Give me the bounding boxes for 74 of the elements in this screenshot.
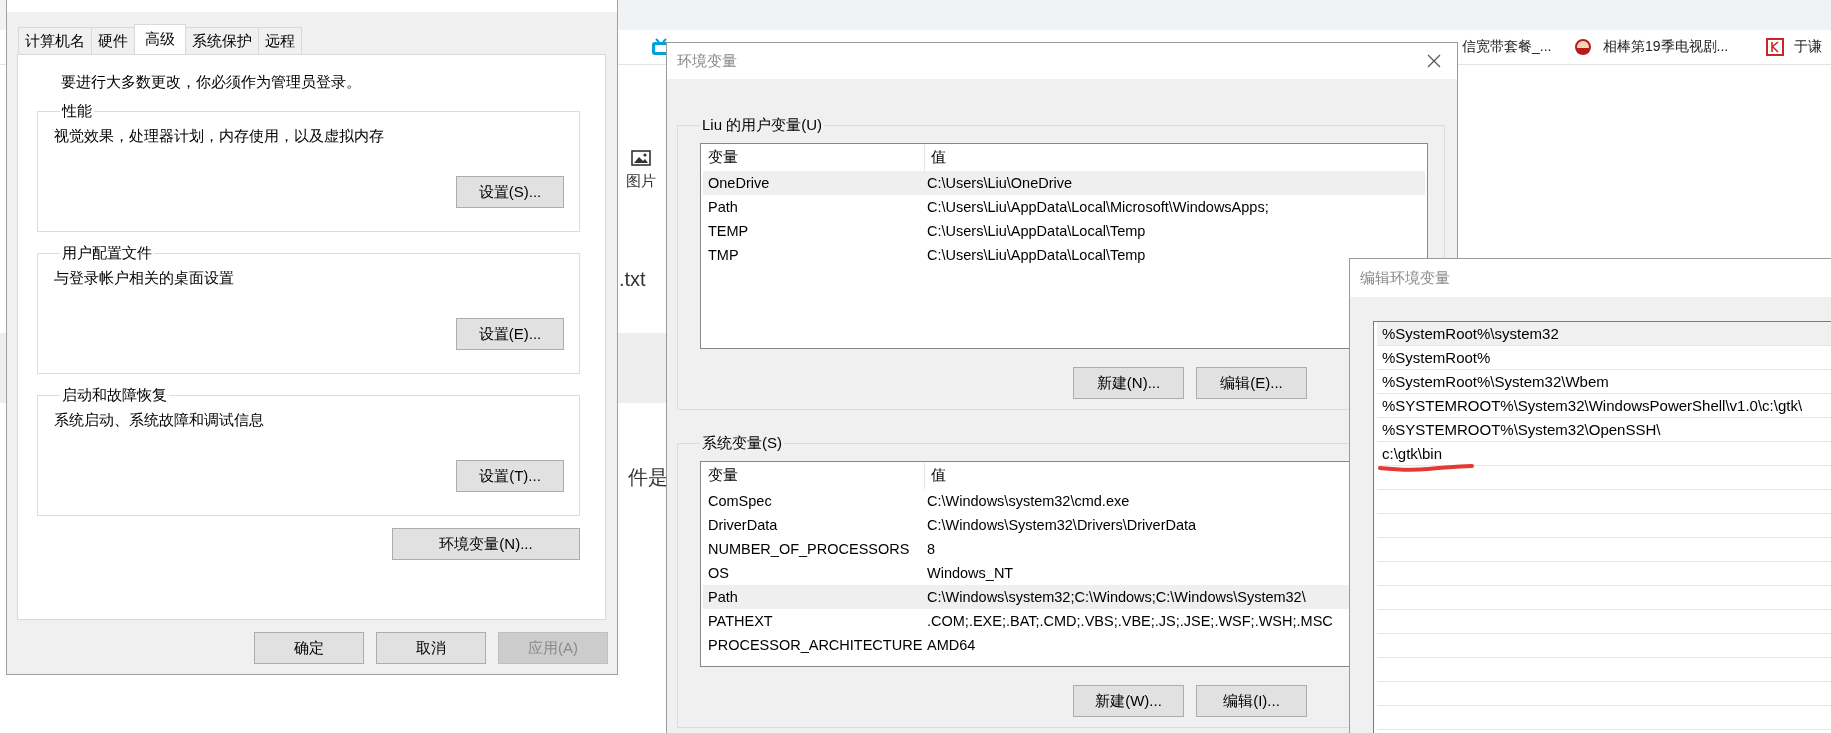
list-button[interactable]: 编辑(E)... (1196, 367, 1307, 399)
path-entry[interactable]: %SystemRoot%\System32\Wbem (1377, 370, 1831, 394)
picture-tool-button[interactable]: 图片 (626, 150, 656, 191)
bookmark-link[interactable]: 信宽带套餐_... (1462, 38, 1552, 56)
list-button[interactable]: 编辑(I)... (1196, 685, 1307, 717)
path-text: %SystemRoot% (1382, 349, 1491, 366)
page-text: 件是 (628, 465, 668, 490)
path-entry[interactable]: %SystemRoot% (1377, 346, 1831, 370)
variable-value: .COM;.EXE;.BAT;.CMD;.VBS;.VBE;.JS;.JSE;.WSF;.WSH;.MSC (926, 613, 1333, 629)
window-title: 编辑环境变量 (1360, 268, 1450, 288)
tab[interactable]: 高级 (134, 24, 186, 54)
group-title: 用户配置文件 (61, 244, 153, 263)
dialog-button[interactable]: 确定 (254, 632, 364, 664)
variable-row[interactable]: TMP C:\Users\Liu\AppData\Local\Temp (703, 243, 1425, 267)
variable-value: C:\Users\Liu\AppData\Local\Temp (926, 223, 1146, 239)
variable-name: OneDrive (707, 175, 771, 191)
group-title: 性能 (60, 102, 93, 121)
column-header[interactable]: 值 (924, 462, 946, 489)
path-text: c:\gtk\bin (1382, 445, 1443, 462)
tab[interactable]: 远程 (258, 27, 302, 54)
window-title: 环境变量 (677, 51, 737, 71)
variable-name: NUMBER_OF_PROCESSORS (707, 541, 911, 557)
variable-row[interactable]: TEMP C:\Users\Liu\AppData\Local\Temp (703, 219, 1425, 243)
variable-name: OS (707, 565, 730, 581)
variable-value: C:\Users\Liu\AppData\Local\Microsoft\WindowsApps; (926, 199, 1269, 215)
notice-text: 要进行大多数更改，你必须作为管理员登录。 (61, 73, 362, 92)
variable-value: Windows_NT (926, 565, 1014, 581)
tab[interactable]: 计算机名 (18, 27, 92, 54)
column-header[interactable]: 变量 (703, 148, 924, 167)
list-button[interactable]: 新建(N)... (1073, 367, 1184, 399)
column-header[interactable]: 变量 (703, 466, 924, 485)
group-title: Liu 的用户变量(U) (701, 116, 823, 135)
path-text: %SYSTEMROOT%\System32\OpenSSH\ (1382, 421, 1661, 438)
variable-value: AMD64 (926, 637, 976, 653)
variable-value: C:\Windows\system32\cmd.exe (926, 493, 1130, 509)
variable-value: C:\Windows\system32;C:\Windows;C:\Windows\System32\ (926, 589, 1306, 605)
environment-variables-button[interactable]: 环境变量(N)... (392, 528, 580, 560)
page-text: .txt (619, 268, 646, 291)
path-entry[interactable]: %SYSTEMROOT%\System32\OpenSSH\ (1377, 418, 1831, 442)
variable-row[interactable]: Path C:\Users\Liu\AppData\Local\Microsoft\WindowsApps; (703, 195, 1425, 219)
group-description: 视觉效果，处理器计划，内存使用，以及虚拟内存 (54, 127, 385, 146)
variable-name: Path (707, 589, 739, 605)
variable-name: TMP (707, 247, 740, 263)
variable-name: PROCESSOR_ARCHITECTURE (707, 637, 924, 653)
path-entry[interactable]: %SYSTEMROOT%\System32\WindowsPowerShell\v1.0\c:\gtk\ (1377, 394, 1831, 418)
path-text: %SystemRoot%\System32\Wbem (1382, 373, 1609, 390)
dialog-button[interactable]: 取消 (376, 632, 486, 664)
variable-value: 8 (926, 541, 936, 557)
variable-name: TEMP (707, 223, 750, 239)
variable-value: C:\Windows\System32\Drivers\DriverData (926, 517, 1197, 533)
list-button[interactable]: 新建(W)... (1073, 685, 1184, 717)
close-icon[interactable] (1427, 54, 1441, 68)
group-title: 系统变量(S) (701, 434, 783, 453)
path-text: %SYSTEMROOT%\System32\WindowsPowerShell\v1.0\c:\gtk\ (1382, 397, 1803, 414)
group-title: 启动和故障恢复 (61, 386, 168, 405)
variable-row[interactable]: OneDrive C:\Users\Liu\OneDrive (703, 171, 1425, 195)
path-entry[interactable]: %SystemRoot%\system32 (1377, 322, 1831, 346)
bookmark-icon[interactable] (1766, 38, 1784, 56)
variable-name: Path (707, 199, 739, 215)
mascot-icon[interactable] (1573, 38, 1593, 56)
bookmark-link[interactable]: 相棒第19季电视剧... (1603, 38, 1729, 56)
variable-name: PATHEXT (707, 613, 774, 629)
variable-value: C:\Users\Liu\AppData\Local\Temp (926, 247, 1146, 263)
variable-value: C:\Users\Liu\OneDrive (926, 175, 1073, 191)
variable-name: ComSpec (707, 493, 773, 509)
group-description: 系统启动、系统故障和调试信息 (54, 411, 265, 430)
variable-name: DriverData (707, 517, 779, 533)
image-icon (631, 150, 651, 166)
settings-button[interactable]: 设置(T)... (456, 460, 564, 492)
settings-button[interactable]: 设置(E)... (456, 318, 564, 350)
group-description: 与登录帐户相关的桌面设置 (54, 269, 235, 288)
settings-button[interactable]: 设置(S)... (456, 176, 564, 208)
bookmark-link[interactable]: 于谦 (1794, 38, 1822, 56)
path-text: %SystemRoot%\system32 (1382, 325, 1559, 342)
